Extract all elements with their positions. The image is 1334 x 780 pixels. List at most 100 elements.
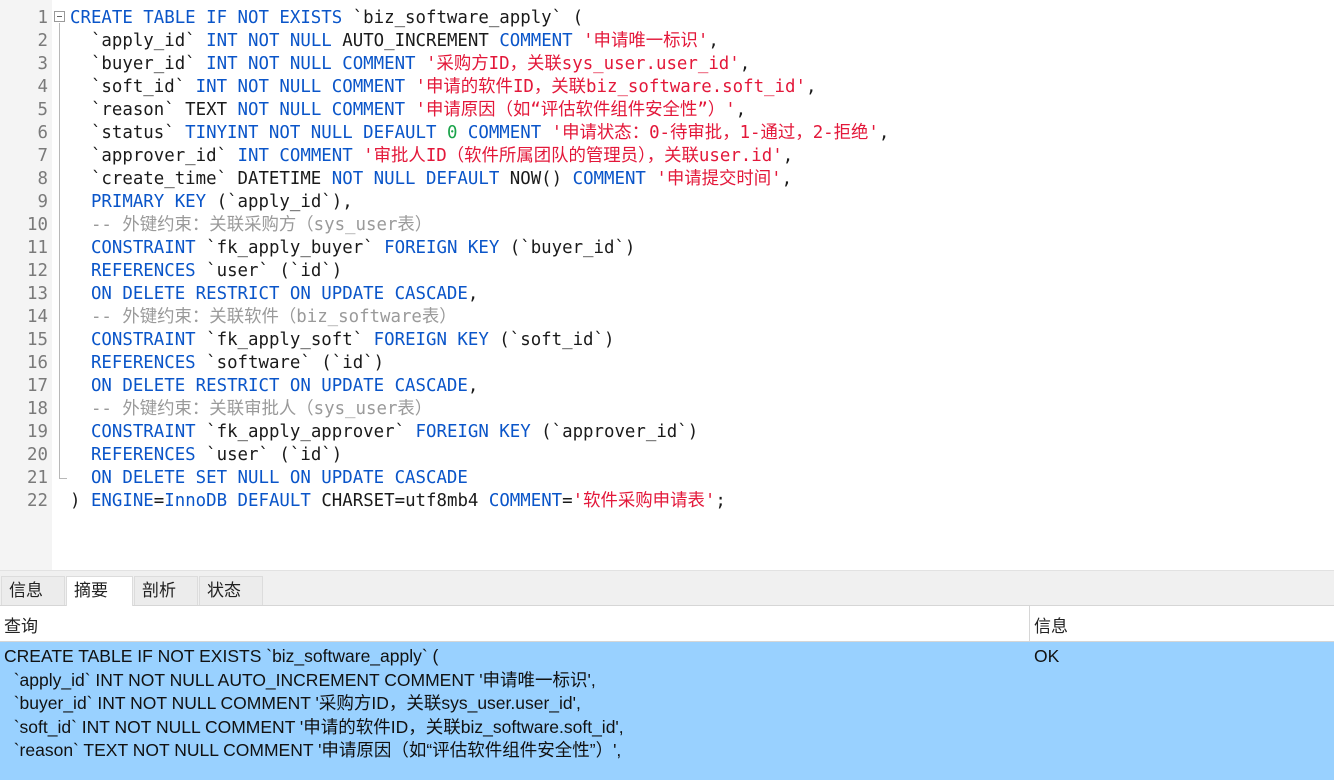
column-header-query[interactable]: 查询 [0, 606, 1029, 642]
line-number: 14 [27, 307, 48, 327]
token-kw: NOT NULL COMMENT [237, 100, 416, 120]
token-kw: CREATE TABLE IF NOT EXISTS [70, 8, 353, 28]
token-id [70, 261, 91, 281]
token-id [70, 353, 91, 373]
tab-info[interactable]: 信息 [1, 576, 65, 605]
line-number: 11 [27, 238, 48, 258]
token-kw: FOREIGN KEY [415, 422, 542, 442]
token-id: `apply_id` [70, 31, 207, 51]
code-text: -- 外键约束：关联软件（biz_software表） [70, 306, 457, 329]
tab-profile[interactable]: 剖析 [134, 576, 198, 605]
token-kw: FOREIGN KEY [373, 330, 500, 350]
token-id: (`soft_id`) [499, 330, 615, 350]
token-id [70, 445, 91, 465]
code-text: ON DELETE RESTRICT ON UPDATE CASCADE, [70, 283, 478, 306]
fold-collapse-icon[interactable] [54, 11, 65, 22]
line-number: 5 [37, 100, 48, 120]
token-str: '申请的软件ID，关联biz_software.soft_id' [415, 77, 806, 97]
token-cm: -- 外键约束：关联审批人（sys_user表） [70, 399, 433, 419]
token-cm: -- 外键约束：关联采购方（sys_user表） [70, 215, 433, 235]
info-cell[interactable]: OK [1034, 644, 1059, 668]
line-number: 13 [27, 284, 48, 304]
token-id: `approver_id` [70, 146, 238, 166]
token-str: '申请状态：0-待审批，1-通过，2-拒绝' [551, 123, 879, 143]
result-tab-bar: 信息 摘要 剖析 状态 [0, 576, 1334, 606]
code-text: `buyer_id` INT NOT NULL COMMENT '采购方ID，关… [70, 53, 750, 76]
code-text: CONSTRAINT `fk_apply_buyer` FOREIGN KEY … [70, 237, 635, 260]
line-number: 10 [27, 215, 48, 235]
query-text-line: `reason` TEXT NOT NULL COMMENT '申请原因（如“评… [4, 740, 622, 760]
token-id: , [708, 31, 719, 51]
token-id [70, 238, 91, 258]
token-id [70, 284, 91, 304]
token-id: , [467, 376, 479, 396]
code-text: ) ENGINE=InnoDB DEFAULT CHARSET=utf8mb4 … [70, 490, 726, 513]
code-text: REFERENCES `user` (`id`) [70, 260, 342, 283]
code-text: REFERENCES `user` (`id`) [70, 444, 342, 467]
sql-editor[interactable]: 1 CREATE TABLE IF NOT EXISTS `biz_softwar… [0, 0, 1334, 570]
token-str: '申请提交时间' [656, 169, 782, 189]
column-header-info[interactable]: 信息 [1030, 606, 1334, 642]
code-text: `create_time` DATETIME NOT NULL DEFAULT … [70, 168, 792, 191]
token-str: '申请唯一标识' [583, 31, 709, 51]
token-id: `status` [70, 123, 186, 143]
token-id: `user` (`id`) [206, 261, 343, 281]
token-kw: INT COMMENT [237, 146, 364, 166]
line-number: 19 [27, 422, 48, 442]
code-text: `apply_id` INT NOT NULL AUTO_INCREMENT C… [70, 30, 719, 53]
token-id [70, 468, 91, 488]
token-id: = [562, 491, 573, 511]
token-kw: REFERENCES [90, 353, 207, 373]
token-id: `software` (`id`) [206, 353, 385, 373]
token-id: , [467, 284, 479, 304]
token-kw: REFERENCES [90, 445, 207, 465]
token-id: , [878, 123, 890, 143]
token-id: `fk_apply_soft` [206, 330, 374, 350]
token-id: , [739, 54, 751, 74]
line-number: 16 [27, 353, 48, 373]
token-id: = [153, 491, 165, 511]
token-kw: ON DELETE SET NULL ON UPDATE CASCADE [90, 468, 468, 488]
token-cm: -- 外键约束：关联软件（biz_software表） [70, 307, 457, 327]
line-number: 1 [37, 8, 48, 28]
token-kw: CONSTRAINT [90, 238, 207, 258]
code-text: REFERENCES `software` (`id`) [70, 352, 384, 375]
line-number: 9 [37, 192, 48, 212]
token-id: `fk_apply_buyer` [206, 238, 385, 258]
token-id: (`apply_id`), [216, 192, 353, 212]
token-kw: InnoDB DEFAULT [164, 491, 322, 511]
query-text-line: `apply_id` INT NOT NULL AUTO_INCREMENT C… [4, 669, 596, 690]
token-id: , [735, 100, 747, 120]
token-kw: INT NOT NULL COMMENT [195, 77, 416, 97]
token-id: (`approver_id`) [541, 422, 699, 442]
token-id: NOW() [509, 169, 573, 189]
token-kw: FOREIGN KEY [384, 238, 510, 258]
token-kw: CONSTRAINT [90, 422, 207, 442]
token-kw: INT NOT NULL COMMENT [206, 54, 426, 74]
tab-summary[interactable]: 摘要 [66, 576, 133, 606]
code-text: `soft_id` INT NOT NULL COMMENT '申请的软件ID，… [70, 76, 816, 99]
query-text-line: `soft_id` INT NOT NULL COMMENT '申请的软件ID，… [4, 716, 624, 737]
token-id: `buyer_id` [70, 54, 207, 74]
line-number: 7 [37, 146, 48, 166]
code-text: PRIMARY KEY (`apply_id`), [70, 191, 353, 214]
line-number: 17 [27, 376, 48, 396]
code-text: CREATE TABLE IF NOT EXISTS `biz_software… [70, 7, 583, 30]
token-id: CHARSET=utf8mb4 [321, 491, 489, 511]
code-text: -- 外键约束：关联审批人（sys_user表） [70, 398, 432, 421]
token-id: `create_time` DATETIME [70, 169, 332, 189]
table-row[interactable]: CREATE TABLE IF NOT EXISTS `biz_software… [0, 642, 1334, 780]
tab-status[interactable]: 状态 [199, 576, 263, 605]
token-str: '审批人ID（软件所属团队的管理员），关联user.id' [363, 146, 783, 166]
token-id [70, 376, 91, 396]
code-text: CONSTRAINT `fk_apply_soft` FOREIGN KEY (… [70, 329, 615, 352]
token-id: (`buyer_id`) [509, 238, 636, 258]
token-id: ) [70, 491, 91, 511]
line-number: 8 [37, 169, 48, 189]
line-number: 21 [27, 468, 48, 488]
token-num: 0 [446, 123, 458, 143]
token-id [70, 330, 91, 350]
token-kw: COMMENT [572, 169, 657, 189]
fold-guide-end [59, 478, 67, 479]
token-kw: COMMENT [488, 491, 563, 511]
